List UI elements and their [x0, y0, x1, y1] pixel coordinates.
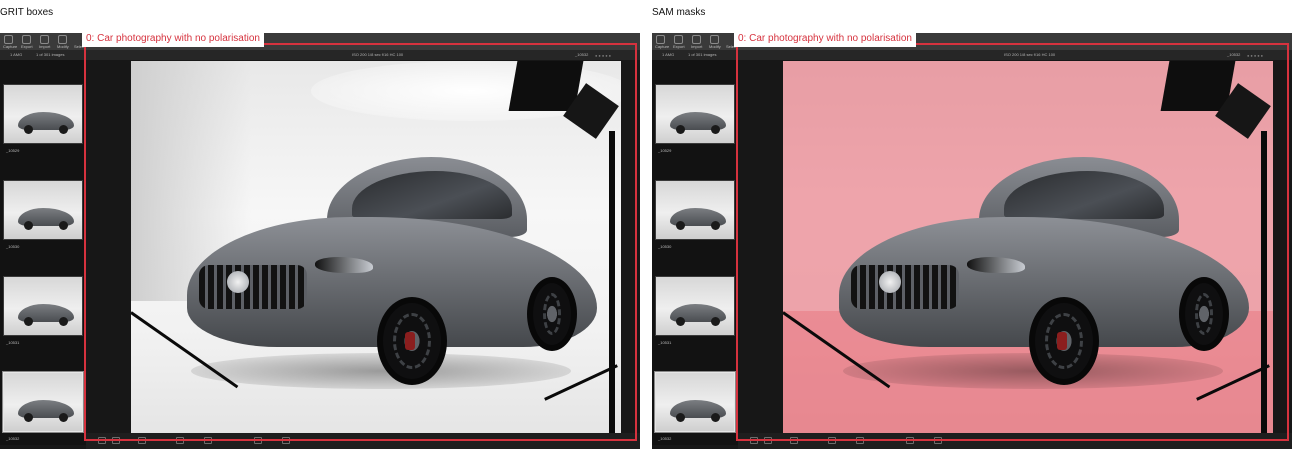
filmstrip: _10529 _10530 _10531 _10532 [0, 60, 86, 445]
export-icon[interactable] [22, 35, 31, 44]
filmstrip: _10529 _10530 _10531 _10532 [652, 60, 738, 445]
thumb-label-1: _10529 [658, 148, 672, 153]
thumb-label-1: _10529 [6, 148, 20, 153]
toolbar-label-export[interactable]: Export [21, 44, 33, 49]
grit-bounding-box [84, 43, 637, 441]
sam-box-label: 0: Car photography with no polarisation [734, 31, 916, 47]
thumb-label-3: _10531 [6, 340, 20, 345]
wheel-icon [59, 317, 68, 326]
wheel-icon [711, 413, 720, 422]
modify-icon[interactable] [710, 35, 719, 44]
grit-box-label: 0: Car photography with no polarisation [82, 31, 264, 47]
toolbar-label-import[interactable]: Import [39, 44, 50, 49]
wheel-icon [24, 413, 33, 422]
wheel-icon [711, 125, 720, 134]
wheel-icon [59, 125, 68, 134]
toolbar-label-export[interactable]: Export [673, 44, 685, 49]
wheel-icon [711, 317, 720, 326]
wheel-icon [59, 413, 68, 422]
thumb-label-2: _10530 [6, 244, 20, 249]
toolbar-label-capture[interactable]: Capture [3, 44, 17, 49]
filmstrip-thumb-2[interactable] [655, 180, 735, 240]
wheel-icon [24, 317, 33, 326]
toolbar-label-import[interactable]: Import [691, 44, 702, 49]
collection-name: 1 AMG [662, 52, 675, 57]
toolbar-label-capture[interactable]: Capture [655, 44, 669, 49]
toolbar-label-modify[interactable]: Modify [57, 44, 69, 49]
collection-name: 1 AMG [10, 52, 23, 57]
filmstrip-thumb-4-selected[interactable] [654, 371, 736, 433]
modify-icon[interactable] [58, 35, 67, 44]
wheel-icon [676, 413, 685, 422]
filmstrip-thumb-4-selected[interactable] [2, 371, 84, 433]
filmstrip-thumb-3[interactable] [655, 276, 735, 336]
thumb-label-3: _10531 [658, 340, 672, 345]
filmstrip-thumb-2[interactable] [3, 180, 83, 240]
toolbar-label-modify[interactable]: Modify [709, 44, 721, 49]
grit-panel-title: GRIT boxes [0, 7, 54, 18]
image-counter: 1 of 301 images [688, 52, 717, 57]
export-icon[interactable] [674, 35, 683, 44]
filmstrip-thumb-1[interactable] [655, 84, 735, 144]
capture-icon[interactable] [4, 35, 13, 44]
image-counter: 1 of 301 images [36, 52, 65, 57]
wheel-icon [711, 221, 720, 230]
wheel-icon [676, 125, 685, 134]
wheel-icon [676, 317, 685, 326]
thumb-label-2: _10530 [658, 244, 672, 249]
thumb-label-4: _10532 [658, 436, 672, 441]
sam-panel-title: SAM masks [652, 7, 706, 18]
wheel-icon [24, 125, 33, 134]
filmstrip-thumb-3[interactable] [3, 276, 83, 336]
wheel-icon [24, 221, 33, 230]
wheel-icon [676, 221, 685, 230]
thumb-label-4: _10532 [6, 436, 20, 441]
filmstrip-thumb-1[interactable] [3, 84, 83, 144]
import-icon[interactable] [692, 35, 701, 44]
import-icon[interactable] [40, 35, 49, 44]
sam-bounding-box [736, 43, 1289, 441]
wheel-icon [59, 221, 68, 230]
capture-icon[interactable] [656, 35, 665, 44]
